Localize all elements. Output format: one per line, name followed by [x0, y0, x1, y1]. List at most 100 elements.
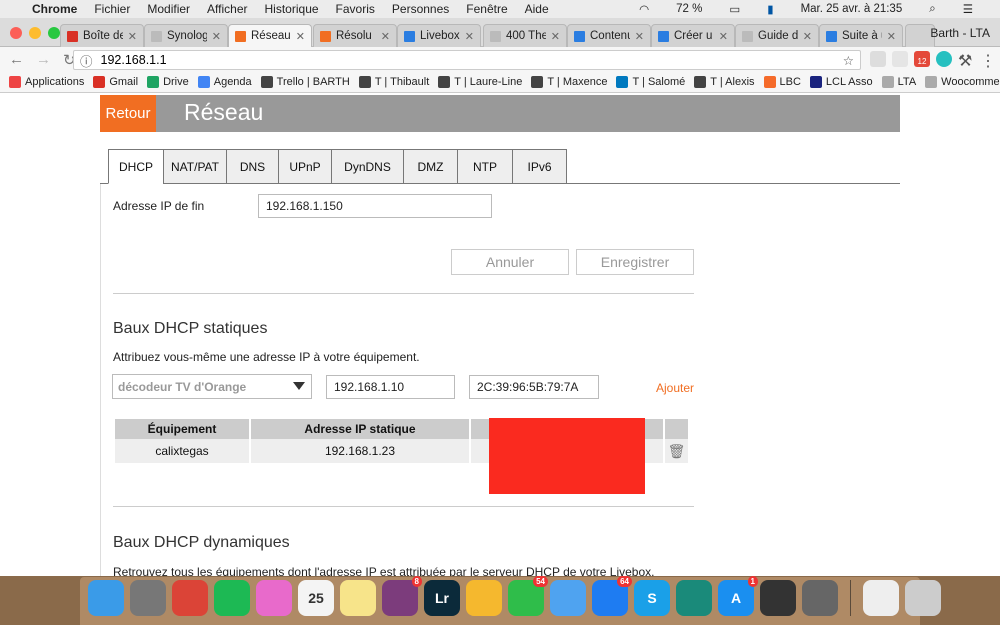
menu-modifier[interactable]: Modifier [147, 2, 190, 16]
menu-kebab-icon[interactable]: ⋮ [980, 51, 996, 70]
bookmark-item[interactable]: Drive [147, 76, 189, 88]
tab-close-icon[interactable]: ✕ [296, 30, 305, 43]
battery-percent[interactable]: 72 % [676, 3, 702, 15]
menu-favoris[interactable]: Favoris [336, 2, 375, 16]
tab-dyndns[interactable]: DynDNS [331, 149, 404, 184]
reader-extension-icon[interactable] [892, 51, 908, 67]
browser-tab[interactable]: Synology ✕ [144, 24, 228, 47]
info-icon[interactable]: ⓘ [80, 51, 93, 70]
slack-icon[interactable]: 8 [382, 576, 422, 616]
bookmark-item[interactable]: T | Maxence [531, 76, 607, 88]
lightroom-icon[interactable]: Lr [424, 580, 460, 616]
skype-icon[interactable]: S [634, 580, 670, 616]
bookmark-item[interactable]: Gmail [93, 76, 138, 88]
save-button[interactable]: Enregistrer [576, 249, 694, 275]
menu-fenetre[interactable]: Fenêtre [466, 2, 507, 16]
itunes-icon[interactable] [256, 580, 292, 616]
clock[interactable]: Mar. 25 avr. à 21:35 [801, 3, 903, 15]
documents-icon[interactable] [863, 580, 899, 616]
trash-icon[interactable] [905, 580, 941, 616]
cancel-button[interactable]: Annuler [451, 249, 569, 275]
bookmark-item[interactable]: T | Alexis [694, 76, 755, 88]
flag-fr-icon[interactable]: ▮ [767, 2, 773, 16]
battery-icon[interactable]: ▭ [729, 2, 740, 16]
system-preferences-icon[interactable] [802, 580, 838, 616]
tab-ntp[interactable]: NTP [457, 149, 513, 184]
tab-dhcp[interactable]: DHCP [108, 149, 164, 184]
whatsapp-icon[interactable]: 54 [508, 576, 548, 616]
finder-icon[interactable] [88, 580, 124, 616]
tab-close-icon[interactable]: ✕ [465, 30, 474, 43]
messenger-icon[interactable]: 64 [592, 576, 632, 616]
bookmark-item[interactable]: Applications [9, 76, 84, 88]
browser-tab[interactable]: Réseau - ✕ [228, 24, 312, 47]
tab-close-icon[interactable]: ✕ [719, 30, 728, 43]
menu-historique[interactable]: Historique [265, 2, 319, 16]
bookmark-item[interactable]: Woocommerce [925, 76, 1000, 88]
bookmark-item[interactable]: Trello | BARTH [260, 76, 350, 88]
mac-address-input[interactable]: 2C:39:96:5B:79:7A [469, 375, 599, 399]
trash-icon[interactable]: 🗑 [665, 439, 688, 463]
browser-tab[interactable]: Livebox b ✕ [397, 24, 481, 47]
spotlight-icon[interactable]: ⌕ [929, 3, 935, 16]
launchpad-icon[interactable] [130, 580, 166, 616]
menu-personnes[interactable]: Personnes [392, 2, 449, 16]
static-ip-input[interactable]: 192.168.1.10 [326, 375, 455, 399]
browser-tab[interactable]: Boîte de r ✕ [60, 24, 144, 47]
tab-dmz[interactable]: DMZ [403, 149, 458, 184]
browser-tab[interactable]: 400 The ✕ [483, 24, 567, 47]
tab-close-icon[interactable]: ✕ [381, 30, 390, 43]
bookmark-item[interactable]: LBC [763, 76, 801, 88]
wifi-icon[interactable]: ◠ [639, 2, 649, 16]
profile-name[interactable]: Barth - LTA [930, 26, 990, 40]
menu-fichier[interactable]: Fichier [94, 2, 130, 16]
tab-upnp[interactable]: UPnP [278, 149, 332, 184]
printer-icon[interactable] [760, 580, 796, 616]
messages-icon[interactable] [550, 580, 586, 616]
back-button[interactable]: Retour [100, 95, 156, 132]
menu-aide[interactable]: Aide [525, 2, 549, 16]
app-store-icon[interactable]: A1 [718, 576, 758, 616]
browser-tab[interactable]: Contenu ✕ [567, 24, 651, 47]
tab-ipv6[interactable]: IPv6 [512, 149, 567, 184]
bookmark-item[interactable]: LTA [881, 76, 916, 88]
tab-close-icon[interactable]: ✕ [212, 30, 221, 43]
tab-close-icon[interactable]: ✕ [887, 30, 896, 43]
chrome-icon[interactable] [172, 580, 208, 616]
bookmark-star-icon[interactable]: ☆ [843, 53, 854, 68]
end-ip-input[interactable]: 192.168.1.150 [258, 194, 492, 218]
tab-close-icon[interactable]: ✕ [551, 30, 560, 43]
menu-afficher[interactable]: Afficher [207, 2, 247, 16]
bookmark-item[interactable]: Agenda [197, 76, 252, 88]
bookmark-item[interactable]: LCL Asso [809, 76, 873, 88]
tab-close-icon[interactable]: ✕ [128, 30, 137, 43]
m-extension-icon[interactable] [936, 51, 952, 67]
bookmark-item[interactable]: T | Laure-Line [438, 76, 522, 88]
tab-natpat[interactable]: NAT/PAT [163, 149, 227, 184]
spotify-icon[interactable] [214, 580, 250, 616]
device-select[interactable]: décodeur TV d'Orange [112, 374, 312, 399]
gmail-extension-icon[interactable]: 12 [914, 51, 930, 67]
menu-app-name[interactable]: Chrome [32, 2, 77, 16]
bookmark-item[interactable]: T | Salomé [616, 76, 685, 88]
calendar-icon[interactable]: 25 [298, 580, 334, 616]
notes-icon[interactable] [340, 580, 376, 616]
url-text[interactable]: 192.168.1.1 [101, 53, 167, 67]
minimize-window-button[interactable] [29, 27, 41, 39]
tab-close-icon[interactable]: ✕ [635, 30, 644, 43]
browser-tab[interactable]: Suite à un ✕ [819, 24, 903, 47]
airtable-icon[interactable] [466, 580, 502, 616]
tab-dns[interactable]: DNS [226, 149, 279, 184]
bookmark-item[interactable]: T | Thibault [358, 76, 429, 88]
add-link[interactable]: Ajouter [656, 381, 694, 395]
tab-close-icon[interactable]: ✕ [803, 30, 812, 43]
drive-extension-icon[interactable] [870, 51, 886, 67]
forward-icon[interactable]: → [36, 51, 54, 68]
dashlane-icon[interactable] [676, 580, 712, 616]
zoom-window-button[interactable] [48, 27, 60, 39]
extension-icon[interactable]: ⚒ [958, 51, 974, 70]
browser-tab[interactable]: Créer u ✕ [651, 24, 735, 47]
close-window-button[interactable] [10, 27, 22, 39]
back-icon[interactable]: ← [9, 51, 27, 68]
browser-tab[interactable]: Guide de ✕ [735, 24, 819, 47]
